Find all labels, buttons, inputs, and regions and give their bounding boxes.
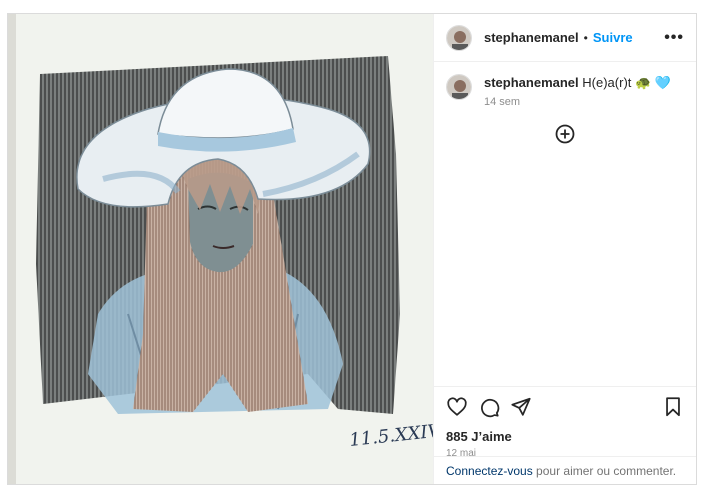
post-header: stephanemanel • Suivre ••• xyxy=(434,14,696,62)
caption-username[interactable]: stephanemanel xyxy=(484,75,579,90)
caption: stephanemanel H(e)a(r)t 🐢 🩵 14 sem xyxy=(434,62,696,108)
action-icons xyxy=(434,387,696,427)
drawing-illustration: 11.5.XXIV xyxy=(8,14,433,484)
heart-icon[interactable] xyxy=(446,396,468,418)
post-sidebar: stephanemanel • Suivre ••• stephanemanel… xyxy=(433,14,696,484)
more-options-icon[interactable]: ••• xyxy=(664,29,684,47)
login-prompt: Connectez-vous pour aimer ou commenter. xyxy=(434,456,696,484)
caption-avatar[interactable] xyxy=(446,74,472,100)
share-icon[interactable] xyxy=(510,396,532,418)
separator-dot: • xyxy=(583,30,588,45)
comment-icon[interactable] xyxy=(478,396,500,418)
caption-timestamp: 14 sem xyxy=(484,96,521,108)
avatar[interactable] xyxy=(446,24,472,51)
bookmark-icon[interactable] xyxy=(662,396,684,418)
caption-text: stephanemanel H(e)a(r)t 🐢 🩵 xyxy=(484,74,671,92)
post-image[interactable]: 11.5.XXIV xyxy=(8,14,433,484)
follow-button[interactable]: Suivre xyxy=(593,30,633,45)
caption-content: H(e)a(r)t 🐢 🩵 xyxy=(582,75,671,90)
username-link[interactable]: stephanemanel xyxy=(484,30,579,45)
login-prompt-text: pour aimer ou commenter. xyxy=(532,463,677,478)
login-link[interactable]: Connectez-vous xyxy=(446,464,533,478)
caption-body: stephanemanel H(e)a(r)t 🐢 🩵 14 sem xyxy=(484,74,671,108)
post-container: 11.5.XXIV stephanemanel • Suivre ••• ste… xyxy=(7,13,697,485)
post-actions: 885 J’aime 12 mai xyxy=(434,386,696,459)
load-more-comments-icon[interactable] xyxy=(555,124,575,144)
likes-count[interactable]: 885 J’aime xyxy=(434,427,696,444)
profile-picture-icon xyxy=(447,75,471,99)
profile-picture-icon xyxy=(447,25,471,50)
